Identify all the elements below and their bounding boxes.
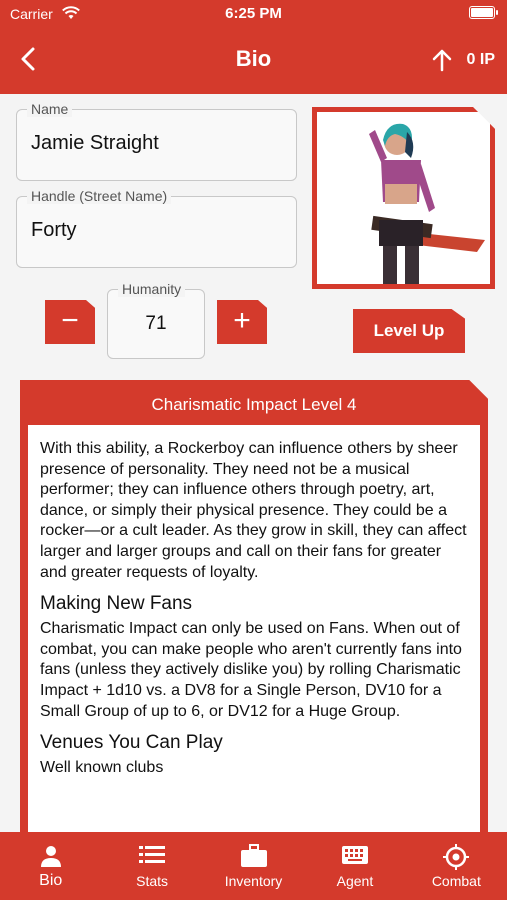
ability-intro-text: With this ability, a Rockerboy can influ… [40, 440, 467, 581]
name-field-label: Name [27, 101, 73, 117]
humanity-field-label: Humanity [118, 281, 186, 297]
tab-bio[interactable]: Bio [0, 832, 101, 900]
section-heading-making-new-fans: Making New Fans [40, 593, 193, 615]
ip-count: 0 IP [466, 51, 495, 68]
handle-field[interactable]: Handle (Street Name) Forty [16, 188, 297, 268]
handle-field-value[interactable]: Forty [31, 219, 77, 242]
tab-bar: Bio Stats Inventory Agent Combat [0, 832, 507, 900]
section-text-making-new-fans: Charismatic Impact can only be used on F… [40, 620, 462, 720]
handle-field-label: Handle (Street Name) [27, 188, 172, 204]
section-text-venues: Well known clubs [40, 759, 164, 777]
tab-label: Agent [336, 873, 374, 889]
tab-agent[interactable]: Agent [304, 832, 405, 900]
ability-card: Charismatic Impact Level 4 With this abi… [20, 380, 488, 850]
humanity-decrement-button[interactable]: − [45, 300, 95, 344]
tab-stats[interactable]: Stats [101, 832, 202, 900]
arrow-up-icon [432, 49, 451, 72]
humanity-field-value[interactable]: 71 [108, 313, 204, 335]
character-portrait[interactable] [312, 107, 495, 289]
list-icon [139, 846, 166, 863]
character-image [317, 112, 490, 284]
ability-title: Charismatic Impact Level 4 [151, 395, 357, 414]
name-field[interactable]: Name Jamie Straight [16, 101, 297, 181]
briefcase-icon [240, 844, 267, 867]
person-icon [40, 846, 61, 867]
crosshair-icon [443, 844, 470, 870]
tab-label: Combat [431, 873, 481, 889]
tab-label: Bio [39, 872, 63, 889]
status-bar: Carrier 6:25 PM [0, 0, 507, 28]
tab-inventory[interactable]: Inventory [203, 832, 304, 900]
tab-combat[interactable]: Combat [406, 832, 507, 900]
app-header: Carrier 6:25 PM Bio 0 IP [0, 0, 507, 94]
ip-button[interactable]: 0 IP [431, 46, 495, 74]
status-time: 6:25 PM [225, 5, 282, 22]
battery-icon [469, 6, 498, 19]
name-field-value[interactable]: Jamie Straight [31, 132, 159, 155]
section-heading-venues: Venues You Can Play [40, 732, 223, 754]
keyboard-icon [341, 846, 368, 864]
tab-label: Inventory [224, 873, 283, 889]
humanity-increment-button[interactable]: + [217, 300, 267, 344]
ability-description[interactable]: With this ability, a Rockerboy can influ… [28, 425, 480, 850]
level-up-button[interactable]: Level Up [353, 309, 465, 353]
humanity-field[interactable]: Humanity 71 [107, 281, 205, 359]
tab-label: Stats [136, 873, 169, 889]
